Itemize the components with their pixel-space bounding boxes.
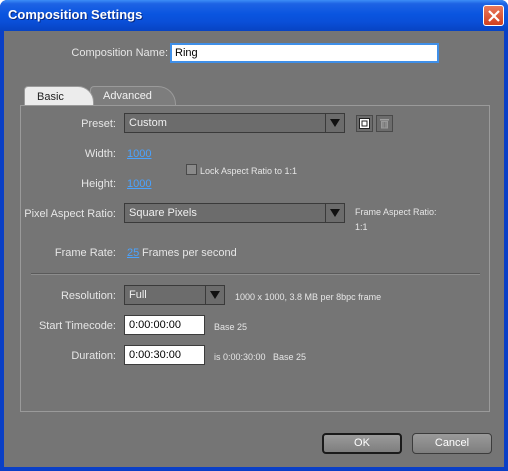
pixel-aspect-dropdown[interactable]: Square Pixels <box>124 203 345 223</box>
frame-aspect-label: Frame Aspect Ratio: <box>355 207 437 217</box>
lock-aspect-label: Lock Aspect Ratio to 1:1 <box>200 166 298 176</box>
resolution-info: 1000 x 1000, 3.8 MB per 8bpc frame <box>235 292 382 302</box>
chevron-down-icon <box>330 209 340 217</box>
duration-field[interactable]: 0:00:30:00 <box>124 345 205 365</box>
save-preset-button[interactable] <box>356 115 373 132</box>
frame-rate-unit: Frames per second <box>142 247 237 259</box>
resolution-label: Resolution: <box>60 290 116 302</box>
trash-icon <box>380 119 389 129</box>
frame-rate-label: Frame Rate: <box>54 247 116 259</box>
tab-basic-label: Basic <box>37 91 64 103</box>
start-timecode-base: Base 25 <box>214 322 248 332</box>
duration-base: Base 25 <box>273 352 307 362</box>
width-label: Width: <box>84 148 116 160</box>
start-timecode-label: Start Timecode: <box>38 320 116 332</box>
composition-name-field[interactable]: Ring <box>170 43 439 63</box>
chevron-down-icon <box>330 119 340 127</box>
start-timecode-field[interactable]: 0:00:00:00 <box>124 315 205 335</box>
delete-preset-button[interactable] <box>376 115 393 132</box>
cancel-button[interactable]: Cancel <box>412 433 492 454</box>
preset-value: Custom <box>129 117 167 129</box>
preset-label: Preset: <box>81 118 116 130</box>
width-value[interactable]: 1000 <box>127 148 151 160</box>
duration-label: Duration: <box>71 350 116 362</box>
frame-rate-value[interactable]: 25 <box>127 247 139 259</box>
lock-aspect-checkbox[interactable] <box>186 164 197 175</box>
tab-basic[interactable]: Basic <box>24 86 94 106</box>
composition-name-label: Composition Name: <box>71 47 168 59</box>
tab-advanced-label: Advanced <box>103 90 152 102</box>
duration-equivalent: is 0:00:30:00 <box>214 352 266 362</box>
pixel-aspect-value: Square Pixels <box>129 207 197 219</box>
pixel-aspect-label: Pixel Aspect Ratio: <box>24 208 116 220</box>
chevron-down-icon <box>210 291 220 299</box>
height-value[interactable]: 1000 <box>127 178 151 190</box>
composition-settings-dialog: Composition Settings Composition Name: R… <box>0 0 508 471</box>
dialog-title: Composition Settings <box>8 7 143 22</box>
frame-aspect-value: 1:1 <box>355 222 368 232</box>
height-label: Height: <box>81 178 116 190</box>
resolution-value: Full <box>129 289 147 301</box>
ok-button[interactable]: OK <box>322 433 402 454</box>
save-preset-icon <box>359 118 370 129</box>
title-bar[interactable]: Composition Settings <box>0 0 508 31</box>
preset-dropdown[interactable]: Custom <box>124 113 345 133</box>
dialog-body: Composition Name: Ring Advanced Basic Pr… <box>4 31 504 467</box>
resolution-dropdown[interactable]: Full <box>124 285 225 305</box>
section-divider <box>31 273 480 275</box>
close-icon <box>488 10 500 22</box>
close-button[interactable] <box>483 5 504 26</box>
tab-advanced[interactable]: Advanced <box>90 86 176 105</box>
